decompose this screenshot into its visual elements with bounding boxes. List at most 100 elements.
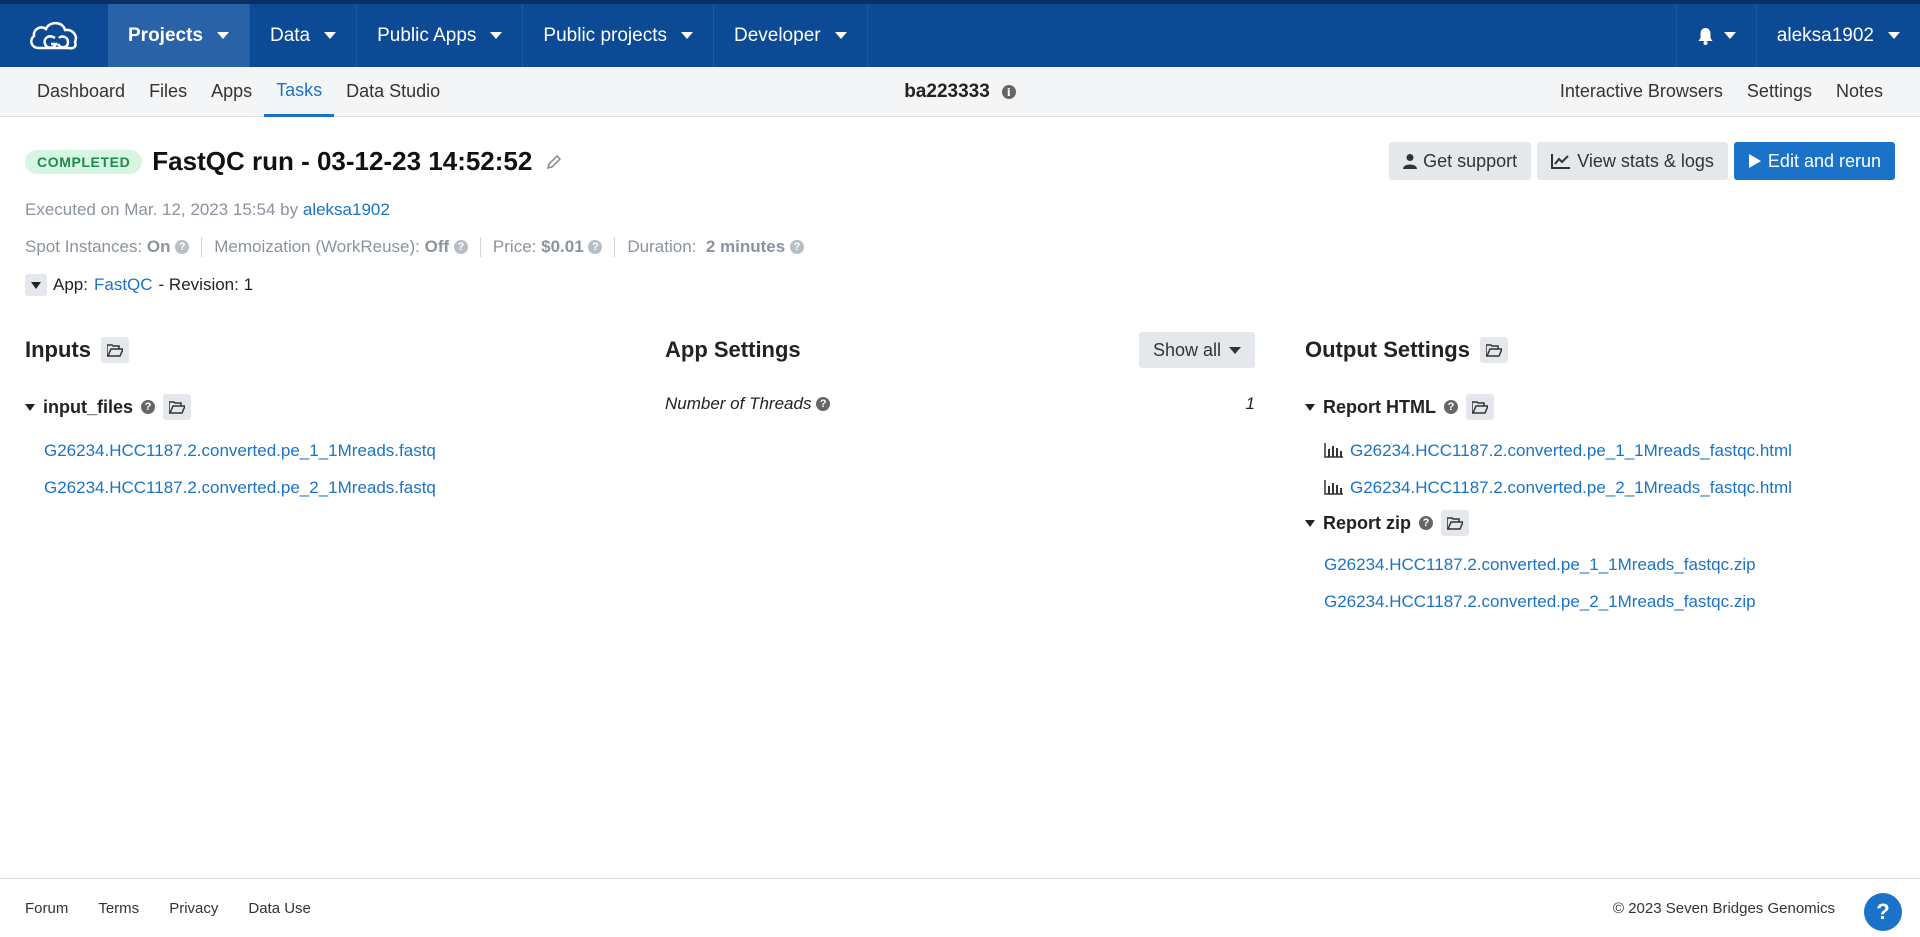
app-toggle-button[interactable] [25, 274, 47, 296]
bell-icon [1698, 27, 1713, 45]
play-icon [1748, 154, 1761, 168]
executed-text: Executed on Mar. 12, 2023 15:54 by [25, 200, 299, 219]
folder-open-icon[interactable] [163, 394, 192, 420]
folder-open-icon[interactable] [1441, 510, 1469, 536]
footer-link-forum[interactable]: Forum [25, 900, 68, 917]
executed-user-link[interactable]: aleksa1902 [303, 200, 390, 219]
footer-link-privacy[interactable]: Privacy [169, 900, 218, 917]
pencil-icon[interactable] [546, 154, 562, 170]
threads-value: 1 [1245, 394, 1255, 413]
user-icon [1403, 154, 1418, 169]
footer-link-data-use[interactable]: Data Use [248, 900, 311, 917]
help-icon[interactable]: ? [453, 240, 468, 254]
help-icon[interactable]: ? [816, 397, 831, 411]
view-stats-logs-button[interactable]: View stats & logs [1537, 142, 1728, 180]
view-stats-logs-label: View stats & logs [1577, 150, 1714, 171]
nav-data-label: Data [269, 24, 311, 46]
show-all-dropdown[interactable]: Show all [1138, 332, 1255, 368]
top-navbar: Projects Data Public Apps Public project… [0, 0, 1920, 67]
logo[interactable] [0, 4, 108, 67]
task-actions: Get support View stats & logs Edit and r… [1389, 142, 1895, 180]
chevron-down-icon [490, 32, 503, 39]
bar-chart-icon [1324, 443, 1343, 458]
input-file-link[interactable]: G26234.HCC1187.2.converted.pe_1_1Mreads.… [44, 432, 625, 469]
task-meta: Spot Instances: On ? Memoization (WorkRe… [25, 237, 804, 257]
nav-developer[interactable]: Developer [714, 4, 868, 67]
report-html-label: Report HTML [1323, 396, 1436, 417]
threads-label: Number of Threads [665, 394, 812, 413]
chevron-down-icon [216, 32, 229, 39]
duration-value: 2 minutes [705, 237, 786, 256]
memo-label: Memoization (WorkReuse): [214, 237, 420, 256]
app-info: App: FastQC - Revision: 1 [25, 274, 253, 296]
tab-data-studio[interactable]: Data Studio [334, 67, 452, 117]
copyright: © 2023 Seven Bridges Genomics [1612, 899, 1835, 917]
report-zip-link[interactable]: G26234.HCC1187.2.converted.pe_1_1Mreads_… [1324, 546, 1905, 583]
nav-public-projects[interactable]: Public projects [523, 4, 714, 67]
link-settings[interactable]: Settings [1735, 67, 1824, 117]
folder-open-icon[interactable] [1465, 394, 1494, 420]
memo-value: Off [424, 237, 450, 256]
caret-down-icon[interactable] [1305, 403, 1315, 411]
divider [479, 237, 481, 257]
nav-public-apps-label: Public Apps [377, 24, 477, 46]
tab-files[interactable]: Files [137, 67, 199, 117]
tab-apps[interactable]: Apps [199, 67, 264, 117]
chevron-down-icon [1723, 32, 1736, 39]
duration-label: Duration: [627, 237, 697, 256]
project-name: ba223333 [904, 81, 990, 102]
folder-open-icon[interactable] [1479, 337, 1508, 363]
price-value: $0.01 [541, 237, 584, 256]
notifications-button[interactable] [1675, 4, 1757, 67]
task-header: COMPLETED FastQC run - 03-12-23 14:52:52 [25, 146, 562, 177]
bar-chart-icon [1324, 480, 1343, 495]
info-icon[interactable]: i [1001, 85, 1016, 99]
inputs-section: Inputs input_files ? G26234.HCC1187.2.co… [25, 335, 625, 506]
edit-and-rerun-button[interactable]: Edit and rerun [1733, 142, 1895, 180]
spot-label: Spot Instances: [25, 237, 143, 256]
report-html-link[interactable]: G26234.HCC1187.2.converted.pe_1_1Mreads_… [1350, 432, 1792, 469]
input-file-link[interactable]: G26234.HCC1187.2.converted.pe_2_1Mreads.… [44, 469, 625, 506]
project-subnav: Dashboard Files Apps Tasks Data Studio b… [0, 67, 1920, 117]
get-support-button[interactable]: Get support [1389, 142, 1532, 180]
edit-and-rerun-label: Edit and rerun [1767, 150, 1881, 171]
chevron-down-icon [324, 32, 337, 39]
tab-tasks[interactable]: Tasks [264, 67, 335, 117]
chevron-down-icon [834, 32, 847, 39]
help-icon[interactable]: ? [789, 240, 804, 254]
caret-down-icon[interactable] [25, 403, 35, 411]
app-settings-section: App Settings Show all Number of Threads … [665, 332, 1255, 414]
nav-public-apps[interactable]: Public Apps [357, 4, 524, 67]
chevron-down-icon [1229, 346, 1241, 354]
help-icon[interactable]: ? [1419, 516, 1433, 530]
nav-projects-label: Projects [128, 24, 203, 46]
link-notes[interactable]: Notes [1824, 67, 1895, 117]
tab-dashboard[interactable]: Dashboard [25, 67, 137, 117]
inputs-heading: Inputs [25, 337, 91, 362]
price-label: Price: [492, 237, 537, 256]
nav-developer-label: Developer [733, 24, 821, 46]
app-link[interactable]: FastQC [94, 275, 153, 295]
input-files-label: input_files [43, 396, 134, 417]
footer: Forum Terms Privacy Data Use © 2023 Seve… [0, 878, 1920, 937]
nav-projects[interactable]: Projects [108, 4, 250, 67]
user-menu[interactable]: aleksa1902 [1757, 4, 1920, 67]
help-icon[interactable]: ? [141, 400, 156, 414]
caret-down-icon[interactable] [1305, 519, 1315, 527]
footer-link-terms[interactable]: Terms [98, 900, 139, 917]
list-item: G26234.HCC1187.2.converted.pe_1_1Mreads_… [1324, 432, 1905, 469]
app-revision: - Revision: 1 [158, 275, 254, 294]
output-settings-heading: Output Settings [1305, 337, 1470, 362]
link-interactive-browsers[interactable]: Interactive Browsers [1548, 67, 1735, 117]
folder-open-icon[interactable] [101, 337, 129, 363]
help-icon[interactable]: ? [588, 240, 603, 254]
nav-data[interactable]: Data [250, 4, 358, 67]
get-support-label: Get support [1423, 150, 1518, 171]
report-html-link[interactable]: G26234.HCC1187.2.converted.pe_2_1Mreads_… [1350, 469, 1792, 506]
line-chart-icon [1551, 154, 1571, 169]
help-icon[interactable]: ? [1443, 400, 1458, 414]
show-all-label: Show all [1152, 339, 1221, 360]
report-zip-link[interactable]: G26234.HCC1187.2.converted.pe_2_1Mreads_… [1324, 583, 1905, 620]
help-icon[interactable]: ? [175, 240, 190, 254]
help-button[interactable]: ? [1864, 893, 1902, 931]
